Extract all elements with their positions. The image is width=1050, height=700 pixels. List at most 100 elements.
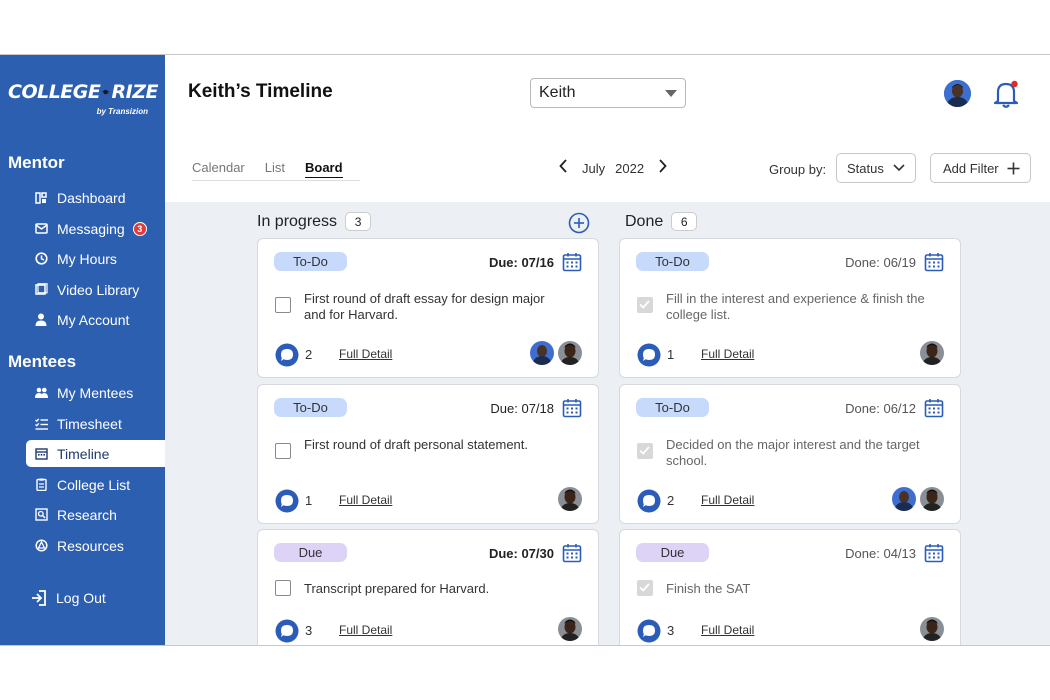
task-checkbox-checked[interactable] [637, 443, 653, 459]
task-checkbox[interactable] [275, 443, 291, 459]
comment-icon[interactable] [275, 489, 299, 513]
sidebar-item-my-mentees[interactable]: My Mentees [26, 379, 165, 406]
calendar-icon[interactable] [562, 398, 582, 418]
chevron-left-icon[interactable] [555, 159, 572, 178]
sidebar-item-label: My Hours [57, 250, 117, 267]
resources-icon [34, 539, 48, 553]
notification-bell-icon[interactable] [993, 79, 1021, 109]
tab-board[interactable]: Board [305, 160, 343, 178]
status-tag: To-Do [274, 252, 347, 271]
calendar-icon[interactable] [924, 398, 944, 418]
comment-icon[interactable] [637, 619, 661, 643]
plus-icon [1007, 162, 1020, 174]
full-detail-link[interactable]: Full Detail [701, 493, 754, 507]
avatar [558, 617, 582, 641]
sidebar-item-my-account[interactable]: My Account [26, 306, 165, 333]
done-date: Done: 06/19 [845, 255, 916, 270]
chevron-right-icon[interactable] [654, 159, 671, 178]
logo-subtitle: by Transizion [96, 107, 148, 116]
task-checkbox-checked[interactable] [637, 580, 653, 596]
task-card[interactable]: To-Do Done: 06/19 Fill in the interest a… [619, 238, 961, 378]
calendar-icon[interactable] [562, 252, 582, 272]
comment-count: 2 [667, 493, 675, 508]
view-toolbar: Calendar List Board July 2022 Group by: … [165, 150, 1050, 202]
status-tag: To-Do [636, 252, 709, 271]
tab-calendar[interactable]: Calendar [192, 160, 245, 178]
task-description: First round of draft personal statement. [304, 437, 528, 452]
status-tag: Due [636, 543, 709, 562]
full-detail-link[interactable]: Full Detail [339, 623, 392, 637]
task-card[interactable]: To-Do Due: 07/18 First round of draft pe… [257, 384, 599, 524]
sidebar-item-college-list[interactable]: College List [26, 471, 165, 498]
avatar [892, 487, 916, 511]
logo[interactable]: COLLEGE RIZE by Transizion [8, 81, 159, 121]
due-date: Due: 07/18 [490, 401, 554, 416]
task-card[interactable]: Due Done: 04/13 Finish the SAT 3 Full De… [619, 529, 961, 645]
sidebar-item-timeline[interactable]: Timeline [26, 440, 165, 467]
comment-count: 2 [305, 347, 313, 362]
add-filter-button[interactable]: Add Filter [930, 153, 1031, 183]
comment-count: 1 [305, 493, 313, 508]
assignee-avatars [558, 617, 582, 641]
column-title: Done [625, 212, 664, 230]
sidebar: COLLEGE RIZE by Transizion Mentor Dashbo… [0, 55, 165, 645]
assignee-avatars [892, 487, 944, 511]
sidebar-item-video-library[interactable]: Video Library [26, 276, 165, 303]
add-task-icon[interactable] [568, 212, 590, 234]
tab-list[interactable]: List [265, 160, 285, 178]
checklist-icon [34, 417, 48, 431]
full-detail-link[interactable]: Full Detail [339, 347, 392, 361]
column-count: 6 [671, 212, 698, 231]
comment-icon[interactable] [637, 343, 661, 367]
full-detail-link[interactable]: Full Detail [701, 623, 754, 637]
group-by-select[interactable]: Status [836, 153, 916, 183]
calendar-icon[interactable] [924, 543, 944, 563]
unread-badge: 3 [132, 221, 147, 236]
due-date: Due: 07/16 [488, 255, 554, 270]
calendar-icon[interactable] [924, 252, 944, 272]
full-detail-link[interactable]: Full Detail [701, 347, 754, 361]
avatar[interactable] [944, 80, 971, 107]
comment-count: 3 [667, 623, 675, 638]
sidebar-item-label: Video Library [57, 281, 140, 298]
group-by-label: Group by: [769, 162, 827, 177]
status-tag: To-Do [636, 398, 709, 417]
sidebar-item-messaging[interactable]: Messaging 3 [26, 215, 165, 242]
column-header: Done 6 [625, 212, 698, 231]
column-header: In progress 3 [257, 212, 372, 231]
research-icon [34, 508, 48, 522]
task-checkbox[interactable] [275, 297, 291, 313]
task-checkbox[interactable] [275, 580, 291, 596]
task-description: Decided on the major interest and the ta… [666, 437, 920, 468]
logout-button[interactable]: Log Out [30, 589, 106, 607]
users-icon [34, 386, 48, 400]
task-card[interactable]: To-Do Due: 07/16 First round of draft es… [257, 238, 599, 378]
status-tag: To-Do [274, 398, 347, 417]
sidebar-item-label: Resources [57, 537, 124, 554]
sidebar-item-my-hours[interactable]: My Hours [26, 245, 165, 272]
clock-icon [34, 252, 48, 266]
section-title-mentor: Mentor [8, 153, 65, 172]
mail-icon [34, 222, 48, 236]
sidebar-item-resources[interactable]: Resources [26, 532, 165, 559]
avatar [920, 617, 944, 641]
sidebar-item-label: Dashboard [57, 189, 126, 206]
full-detail-link[interactable]: Full Detail [339, 493, 392, 507]
task-checkbox-checked[interactable] [637, 297, 653, 313]
task-card[interactable]: Due Due: 07/30 Transcript prepared for H… [257, 529, 599, 645]
sidebar-item-research[interactable]: Research [26, 501, 165, 528]
mentee-select[interactable]: Keith [530, 78, 686, 108]
calendar-icon[interactable] [562, 543, 582, 563]
comment-icon[interactable] [637, 489, 661, 513]
calendar-icon [34, 447, 48, 461]
sidebar-item-timesheet[interactable]: Timesheet [26, 410, 165, 437]
comment-icon[interactable] [275, 343, 299, 367]
avatar [558, 341, 582, 365]
assignee-avatars [558, 487, 582, 511]
assignee-avatars [920, 617, 944, 641]
column-count: 3 [345, 212, 372, 231]
comment-icon[interactable] [275, 619, 299, 643]
sidebar-item-dashboard[interactable]: Dashboard [26, 184, 165, 211]
year-label: 2022 [615, 161, 645, 176]
task-card[interactable]: To-Do Done: 06/12 Decided on the major i… [619, 384, 961, 524]
